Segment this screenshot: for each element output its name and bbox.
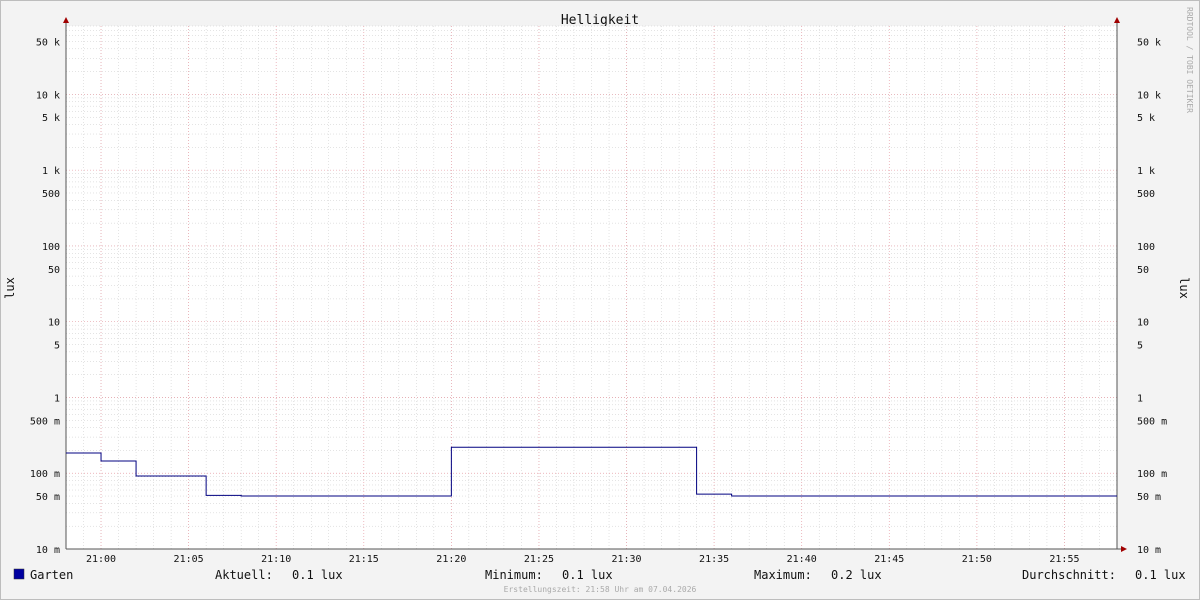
rrd-graph: Helligkeit lux lux RRDTOOL / TOBI OETIKE… — [0, 0, 1200, 600]
y-tick-label-right: 5 k — [1137, 113, 1155, 124]
y-tick-label-left: 10 m — [36, 545, 60, 556]
y-tick-label-left: 1 — [54, 393, 60, 404]
y-tick-label-left: 500 — [42, 189, 60, 200]
stat-current-value: 0.1 lux — [292, 568, 343, 582]
y-axis-label-left: lux — [3, 277, 17, 299]
y-tick-label-right: 100 m — [1137, 469, 1167, 480]
y-tick-label-right: 500 — [1137, 189, 1155, 200]
x-tick-label: 21:15 — [349, 554, 379, 565]
stat-minimum-value: 0.1 lux — [562, 568, 613, 582]
stat-minimum-label: Minimum: — [485, 568, 543, 582]
y-tick-label-left: 100 m — [30, 469, 60, 480]
x-tick-label: 21:20 — [436, 554, 466, 565]
y-tick-label-right: 10 m — [1137, 545, 1161, 556]
y-tick-label-right: 5 — [1137, 341, 1143, 352]
x-tick-label: 21:05 — [174, 554, 204, 565]
y-tick-label-right: 10 — [1137, 318, 1149, 329]
chart-svg: Helligkeit lux lux RRDTOOL / TOBI OETIKE… — [3, 7, 1194, 594]
y-tick-label-right: 50 m — [1137, 492, 1161, 503]
legend-swatch — [13, 568, 25, 580]
y-tick-label-left: 5 k — [42, 113, 60, 124]
y-tick-label-left: 5 — [54, 341, 60, 352]
x-tick-label: 21:45 — [874, 554, 904, 565]
y-tick-label-right: 500 m — [1137, 416, 1167, 427]
y-tick-label-right: 50 k — [1137, 37, 1161, 48]
y-tick-label-left: 50 — [48, 265, 60, 276]
stat-current-label: Aktuell: — [215, 568, 273, 582]
y-tick-label-right: 50 — [1137, 265, 1149, 276]
x-tick-label: 21:40 — [787, 554, 817, 565]
y-tick-label-left: 100 — [42, 242, 60, 253]
x-tick-label: 21:25 — [524, 554, 554, 565]
y-tick-label-right: 1 k — [1137, 166, 1155, 177]
y-arrow-right — [1114, 17, 1120, 23]
x-tick-label: 21:10 — [261, 554, 291, 565]
y-tick-label-right: 1 — [1137, 393, 1143, 404]
x-tick-label: 21:55 — [1049, 554, 1079, 565]
y-tick-label-left: 50 k — [36, 37, 60, 48]
y-axis-label-right: lux — [1177, 277, 1191, 299]
x-tick-label: 21:30 — [611, 554, 641, 565]
watermark: RRDTOOL / TOBI OETIKER — [1185, 7, 1194, 113]
x-tick-label: 21:35 — [699, 554, 729, 565]
y-tick-label-left: 10 k — [36, 90, 60, 101]
y-tick-label-left: 50 m — [36, 492, 60, 503]
footer-timestamp: Erstellungszeit: 21:58 Uhr am 07.04.2026 — [504, 585, 697, 594]
stat-maximum-label: Maximum: — [754, 568, 812, 582]
y-arrow-left — [63, 17, 69, 23]
stat-average-label: Durchschnitt: — [1022, 568, 1116, 582]
y-tick-label-right: 100 — [1137, 242, 1155, 253]
y-tick-label-right: 10 k — [1137, 90, 1161, 101]
y-tick-label-left: 1 k — [42, 166, 60, 177]
stat-maximum-value: 0.2 lux — [831, 568, 882, 582]
x-arrow — [1121, 546, 1127, 552]
x-tick-label: 21:50 — [962, 554, 992, 565]
y-tick-label-left: 10 — [48, 318, 60, 329]
y-tick-label-left: 500 m — [30, 416, 60, 427]
x-tick-label: 21:00 — [86, 554, 116, 565]
stat-average-value: 0.1 lux — [1135, 568, 1186, 582]
legend-series-label: Garten — [30, 568, 73, 582]
